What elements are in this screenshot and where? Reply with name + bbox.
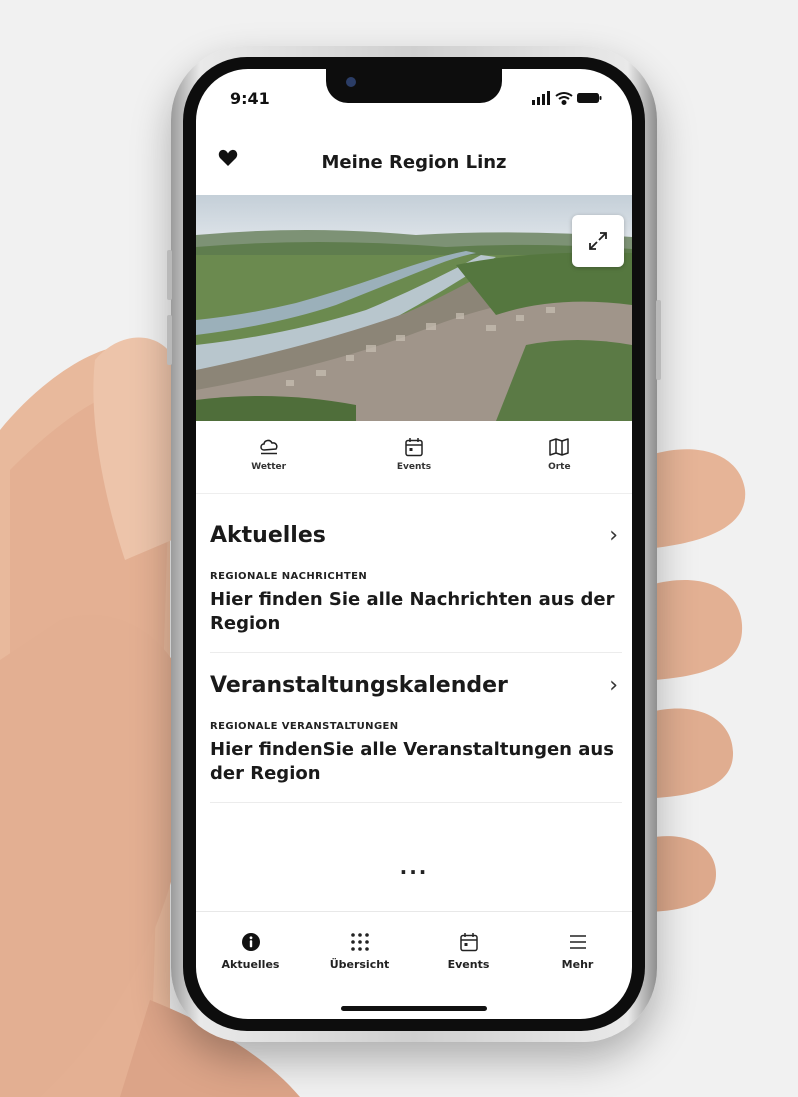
- volume-up-button: [167, 250, 172, 300]
- quick-nav-orte[interactable]: Orte: [504, 425, 614, 493]
- section-title: Aktuelles: [210, 522, 326, 548]
- card-overline: REGIONALE VERANSTALTUNGEN: [210, 721, 399, 732]
- event-card[interactable]: REGIONALE VERANSTALTUNGEN Hier findenSie…: [210, 721, 622, 786]
- app-header: Meine Region Linz: [196, 143, 632, 187]
- expand-icon: [589, 232, 607, 250]
- menu-icon: [569, 935, 586, 949]
- quick-nav: Wetter Events Orte: [196, 425, 632, 494]
- card-overline: REGIONALE NACHRICHTEN: [210, 571, 368, 582]
- card-headline: Hier finden Sie alle Nachrichten aus der…: [210, 589, 615, 634]
- quick-nav-label: Events: [396, 462, 432, 472]
- section-header-aktuelles[interactable]: Aktuelles ›: [210, 517, 622, 553]
- tab-events[interactable]: Events: [419, 912, 519, 1019]
- tab-mehr[interactable]: Mehr: [528, 912, 628, 1019]
- cloud-icon: [259, 439, 278, 455]
- status-icons: [532, 90, 602, 109]
- grid-icon: [350, 933, 369, 951]
- news-card[interactable]: REGIONALE NACHRICHTEN Hier finden Sie al…: [210, 571, 622, 636]
- section-aktuelles: Aktuelles › REGIONALE NACHRICHTEN Hier f…: [210, 517, 622, 653]
- quick-nav-wetter[interactable]: Wetter: [214, 425, 324, 493]
- rhine-landscape-image: [196, 195, 632, 421]
- app-screen: 9:41 Meine Region Linz Wetter Events Ort…: [196, 69, 632, 1019]
- hero-image[interactable]: [196, 195, 632, 421]
- card-headline: Hier findenSie alle Veranstaltungen aus …: [210, 739, 614, 784]
- tab-label: Aktuelles: [221, 958, 280, 971]
- calendar-icon: [405, 438, 423, 457]
- tab-label: Mehr: [561, 958, 594, 971]
- section-title: Veranstaltungskalender: [210, 672, 508, 698]
- wifi-icon: [555, 92, 573, 105]
- tab-label: Übersicht: [329, 958, 390, 971]
- power-button: [656, 300, 661, 380]
- calendar-icon: [459, 933, 478, 952]
- info-icon: [241, 933, 260, 951]
- quick-nav-label: Orte: [548, 462, 571, 472]
- expand-button[interactable]: [572, 215, 624, 267]
- chevron-right-icon: ›: [609, 672, 618, 698]
- volume-down-button: [167, 315, 172, 365]
- signal-icon: [532, 91, 550, 105]
- tab-aktuelles[interactable]: Aktuelles: [201, 912, 301, 1019]
- section-veranstaltungskalender: Veranstaltungskalender › REGIONALE VERAN…: [210, 667, 622, 803]
- section-header-veranstaltungskalender[interactable]: Veranstaltungskalender ›: [210, 667, 622, 703]
- status-time: 9:41: [230, 89, 270, 108]
- map-icon: [549, 438, 570, 456]
- page-title: Meine Region Linz: [321, 152, 507, 173]
- tab-uebersicht[interactable]: Übersicht: [310, 912, 410, 1019]
- chevron-right-icon: ›: [609, 522, 618, 548]
- tab-bar: Aktuelles Übersicht Events Mehr: [196, 911, 632, 1019]
- quick-nav-events[interactable]: Events: [359, 425, 469, 493]
- more-dots[interactable]: ...: [196, 855, 632, 879]
- quick-nav-label: Wetter: [251, 462, 287, 472]
- home-indicator: [341, 1006, 487, 1011]
- battery-icon: [577, 93, 602, 103]
- tab-label: Events: [447, 958, 490, 971]
- content-feed: Aktuelles › REGIONALE NACHRICHTEN Hier f…: [210, 517, 622, 817]
- camera: [346, 77, 356, 87]
